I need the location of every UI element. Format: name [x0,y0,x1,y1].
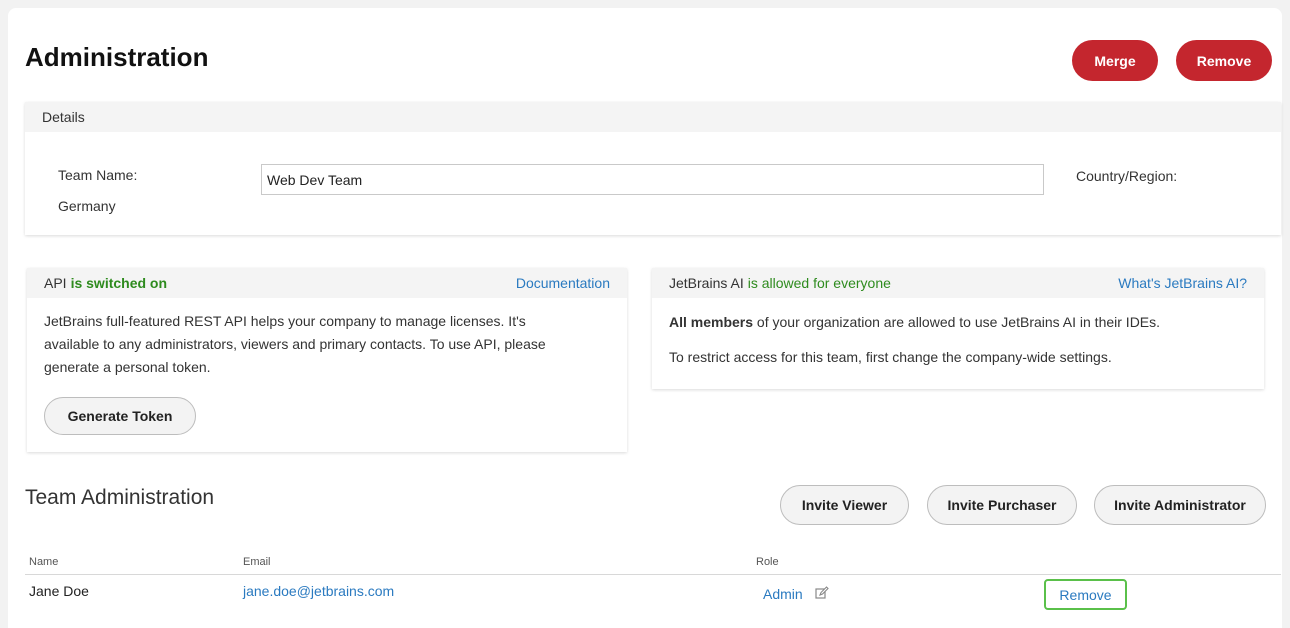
column-header-role: Role [756,556,779,568]
whats-ai-link[interactable]: What's JetBrains AI? [1118,275,1247,291]
page-title: Administration [25,42,209,72]
ai-description: All members of your organization are all… [652,298,1264,381]
column-header-name: Name [29,556,59,568]
api-header: API is switched on Documentation [27,268,627,298]
member-email[interactable]: jane.doe@jetbrains.com [243,583,394,599]
invite-viewer-button[interactable]: Invite Viewer [780,485,909,525]
country-label: Country/Region: [1076,168,1178,184]
ai-title: JetBrains AI [669,275,744,291]
invite-administrator-button[interactable]: Invite Administrator [1094,485,1266,525]
team-name-label: Team Name: [58,167,138,183]
documentation-link[interactable]: Documentation [516,275,610,291]
api-text-line: generate a personal token. [44,359,211,375]
ai-text-line: To restrict access for this team, first … [669,349,1112,365]
ai-text-rest: of your organization are allowed to use … [753,314,1161,330]
team-admin-title: Team Administration [25,486,215,509]
api-text-line: JetBrains full-featured REST API helps y… [44,313,526,329]
ai-header: JetBrains AI is allowed for everyone Wha… [652,268,1264,298]
remove-member-button[interactable]: Remove [1044,579,1127,610]
country-value: Germany [58,198,116,214]
api-status: is switched on [70,275,168,291]
ai-bold-text: All members [669,314,754,330]
api-title: API [44,275,67,291]
api-text-line: available to any administrators, viewers… [44,336,546,352]
member-role[interactable]: Admin [763,586,803,602]
column-header-email: Email [243,556,271,568]
invite-purchaser-button[interactable]: Invite Purchaser [927,485,1077,525]
table-divider [25,574,1281,575]
member-name: Jane Doe [29,583,89,599]
api-description: JetBrains full-featured REST API helps y… [27,298,627,391]
edit-icon[interactable] [815,586,829,600]
api-panel: API is switched on Documentation JetBrai… [27,268,627,452]
details-header: Details [25,102,1281,132]
ai-text-line: All members of your organization are all… [669,311,1247,334]
ai-status: is allowed for everyone [747,275,891,291]
remove-team-button[interactable]: Remove [1176,40,1272,81]
generate-token-button[interactable]: Generate Token [44,397,196,435]
ai-panel: JetBrains AI is allowed for everyone Wha… [652,268,1264,389]
merge-button[interactable]: Merge [1072,40,1158,81]
team-name-input[interactable] [261,164,1044,195]
details-panel: Details Team Name: Country/Region: Germa… [25,102,1281,235]
